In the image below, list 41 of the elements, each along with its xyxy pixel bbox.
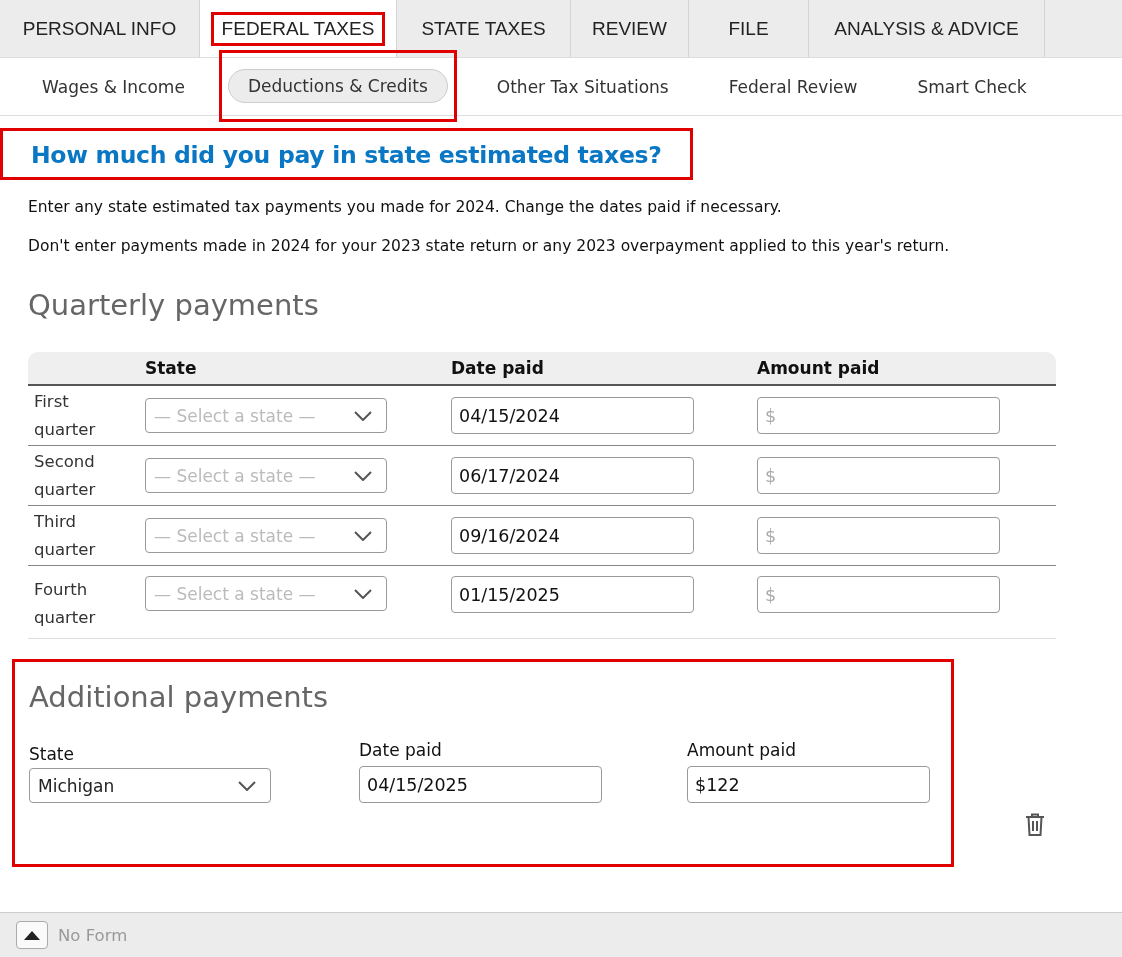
amount-field[interactable]: $	[757, 397, 1000, 434]
date-field[interactable]: 09/16/2024	[451, 517, 694, 554]
sub-tab[interactable]: Smart Check	[897, 69, 1047, 104]
triangle-up-icon	[24, 930, 40, 940]
chevron-down-icon	[238, 780, 256, 791]
date-field[interactable]: 01/15/2025	[451, 576, 694, 613]
sub-tab[interactable]: Other Tax Situations	[476, 69, 689, 104]
section-heading: Quarterly payments	[28, 288, 320, 322]
sub-tab[interactable]: Federal Review	[708, 69, 878, 104]
chevron-down-icon	[354, 588, 372, 599]
date-field[interactable]: 06/17/2024	[451, 457, 694, 494]
chevron-down-icon	[354, 470, 372, 481]
instruction-text: Enter any state estimated tax payments you made for 2024. Change the dates paid if necessary.	[28, 197, 783, 218]
field-label: Amount paid	[687, 740, 796, 760]
field-label: Date paid	[359, 740, 442, 760]
amount-field[interactable]: $	[757, 517, 1000, 554]
quarter-label: First quarter	[33, 390, 97, 441]
page-heading: How much did you pay in state estimated taxes?	[0, 128, 693, 180]
date-field[interactable]: 04/15/2025	[359, 766, 602, 803]
chevron-down-icon	[354, 410, 372, 421]
amount-field[interactable]: $	[757, 457, 1000, 494]
section-heading: Additional payments	[29, 680, 330, 714]
chevron-down-icon	[354, 530, 372, 541]
column-header: State	[145, 358, 197, 378]
quarter-label: Fourth quarter	[33, 579, 97, 629]
amount-field[interactable]: $	[757, 576, 1000, 613]
amount-field[interactable]: $122	[687, 766, 930, 803]
date-field[interactable]: 04/15/2024	[451, 397, 694, 434]
sub-tab[interactable]: Deductions & Credits	[227, 69, 448, 103]
expand-button[interactable]	[16, 921, 48, 949]
column-header: Date paid	[451, 358, 544, 378]
nav-tab[interactable]: FEDERAL TAXES	[200, 0, 397, 57]
instruction-text: Don't enter payments made in 2024 for your 2023 state return or any 2023 overpayment applied to this year's return.	[28, 236, 951, 257]
field-label: State	[29, 744, 74, 764]
quarter-label: Third quarter	[33, 510, 97, 561]
quarter-label: Second quarter	[33, 450, 97, 501]
column-header: Amount paid	[757, 358, 880, 378]
trash-icon[interactable]	[1024, 813, 1046, 837]
sub-tab[interactable]: Wages & Income	[22, 69, 205, 104]
form-label: No Form	[58, 925, 128, 945]
state-dropdown[interactable]: Michigan	[29, 768, 271, 803]
